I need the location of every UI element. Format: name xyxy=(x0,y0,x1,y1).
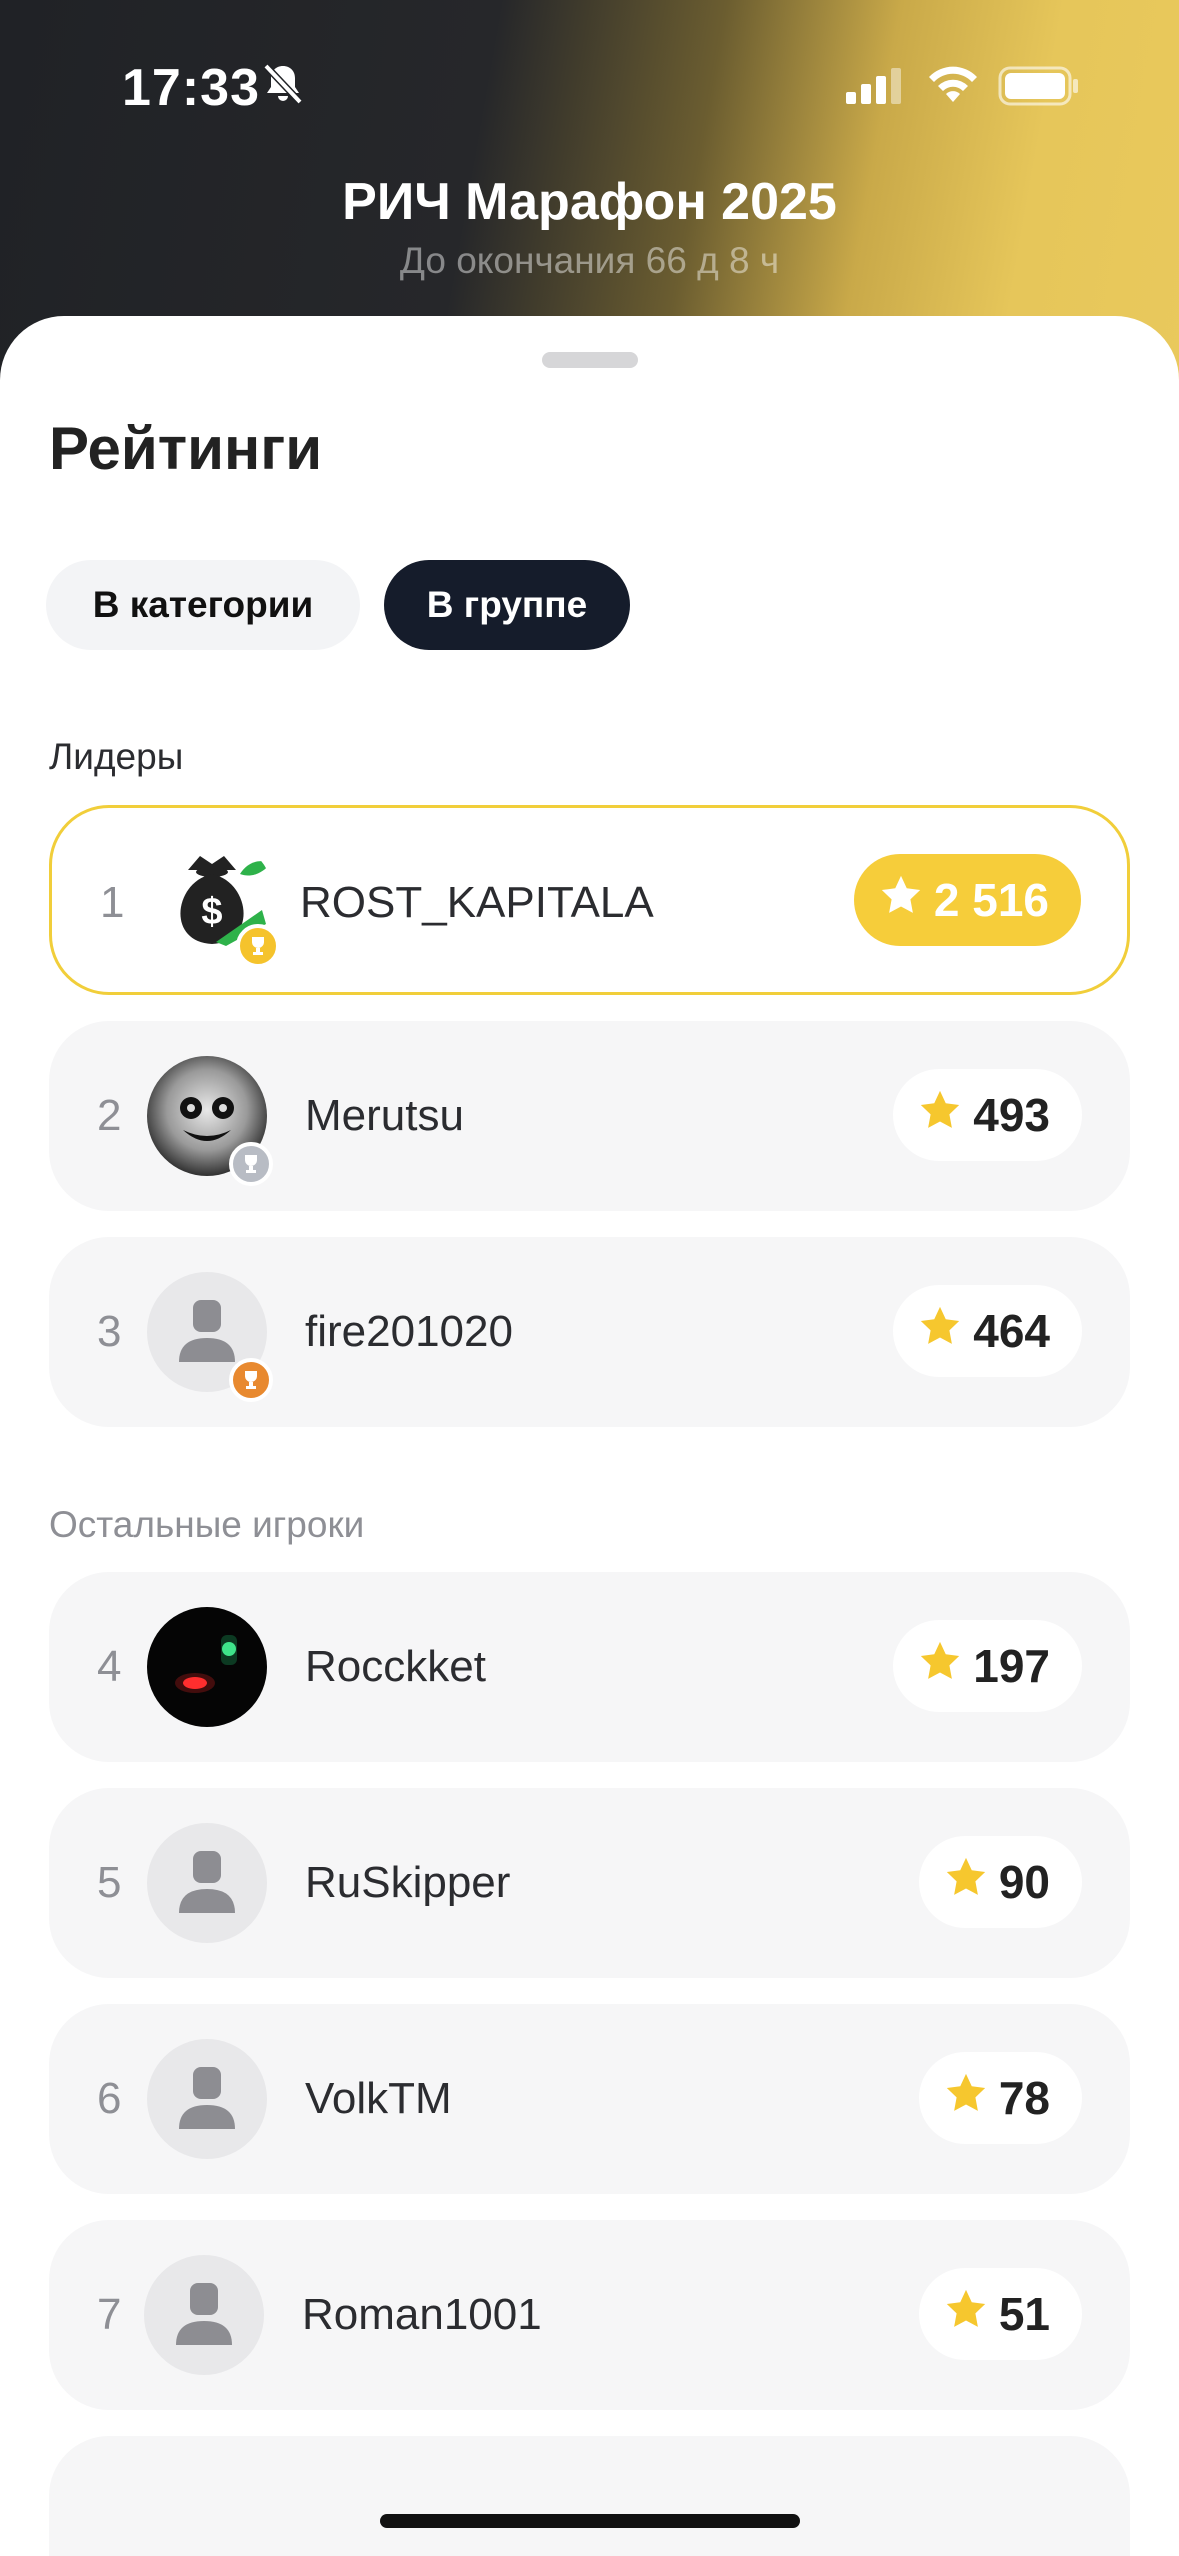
avatar xyxy=(147,1056,273,1186)
home-indicator[interactable] xyxy=(380,2514,800,2528)
rank-number: 7 xyxy=(97,2290,122,2339)
rank-number: 4 xyxy=(97,1642,122,1691)
score-value: 90 xyxy=(998,1856,1050,1908)
ratings-heading: Рейтинги xyxy=(49,415,323,482)
avatar xyxy=(147,1823,267,1943)
wifi-icon xyxy=(926,64,980,109)
star-icon xyxy=(943,1854,999,1911)
avatar: $ xyxy=(154,838,280,968)
username: Merutsu xyxy=(305,1091,464,1140)
score-badge: 90 xyxy=(918,1836,1082,1928)
rank-number: 2 xyxy=(97,1091,122,1140)
leaderboard-row[interactable]: 4 Rocckket 197 xyxy=(49,1572,1130,1762)
default-user-icon xyxy=(147,2039,267,2159)
leaders-section-label: Лидеры xyxy=(49,736,184,777)
tab-group[interactable]: В группе xyxy=(384,560,630,650)
avatar xyxy=(147,2039,267,2159)
avatar xyxy=(147,1272,273,1402)
leaderboard-row[interactable]: 7 Roman1001 51 xyxy=(49,2220,1130,2410)
star-icon xyxy=(917,1087,973,1144)
marathon-title: РИЧ Марафон 2025 xyxy=(342,173,837,231)
score-value: 51 xyxy=(998,2288,1050,2340)
battery-icon xyxy=(998,66,1080,111)
silver-trophy-icon xyxy=(229,1142,273,1186)
svg-text:$: $ xyxy=(201,891,222,933)
star-icon xyxy=(878,872,934,929)
score-value: 197 xyxy=(973,1640,1050,1692)
username: RuSkipper xyxy=(305,1858,511,1907)
status-bar: 17:33 xyxy=(0,0,1179,150)
rank-number: 1 xyxy=(100,878,125,927)
bell-muted-icon xyxy=(262,62,304,111)
leaderboard-row[interactable]: 3 fire201020 464 xyxy=(49,1237,1130,1427)
star-icon xyxy=(917,1638,973,1695)
leaderboard-row[interactable]: 5 RuSkipper 90 xyxy=(49,1788,1130,1978)
rank-number: 6 xyxy=(97,2074,122,2123)
default-user-icon xyxy=(144,2255,264,2375)
avatar xyxy=(144,2255,264,2375)
score-value: 2 516 xyxy=(933,874,1049,926)
username: ROST_KAPITALA xyxy=(300,878,654,927)
score-value: 493 xyxy=(973,1089,1050,1141)
username: Rocckket xyxy=(305,1642,486,1691)
gold-trophy-icon xyxy=(236,924,280,968)
rank-number: 5 xyxy=(97,1858,122,1907)
others-section-label: Остальные игроки xyxy=(49,1504,365,1545)
score-value: 78 xyxy=(998,2072,1050,2124)
leaderboard-row-partial[interactable] xyxy=(49,2436,1130,2556)
score-value: 464 xyxy=(973,1305,1050,1357)
username: Roman1001 xyxy=(302,2290,542,2339)
score-badge: 2 516 xyxy=(853,854,1081,946)
tab-category[interactable]: В категории xyxy=(46,560,360,650)
user-photo xyxy=(147,1607,267,1727)
score-badge: 197 xyxy=(893,1620,1082,1712)
score-badge: 493 xyxy=(893,1069,1082,1161)
rank-number: 3 xyxy=(97,1307,122,1356)
score-badge: 51 xyxy=(918,2268,1082,2360)
status-time: 17:33 xyxy=(122,59,260,117)
leaderboard-row[interactable]: 2 Merutsu 493 xyxy=(49,1021,1130,1211)
leaderboard-row[interactable]: 1 $ ROST_KAPITALA 2 516 xyxy=(49,805,1130,995)
default-user-icon xyxy=(147,1823,267,1943)
star-icon xyxy=(943,2070,999,2127)
star-icon xyxy=(943,2286,999,2343)
score-badge: 464 xyxy=(893,1285,1082,1377)
countdown-text: До окончания 66 д 8 ч xyxy=(399,240,780,281)
sheet-grabber[interactable] xyxy=(542,352,638,368)
leaderboard-row[interactable]: 6 VolkTM 78 xyxy=(49,2004,1130,2194)
avatar xyxy=(147,1607,267,1727)
star-icon xyxy=(917,1303,973,1360)
cellular-signal-icon xyxy=(846,68,906,109)
bronze-trophy-icon xyxy=(229,1358,273,1402)
score-badge: 78 xyxy=(918,2052,1082,2144)
username: fire201020 xyxy=(305,1307,513,1356)
username: VolkTM xyxy=(305,2074,452,2123)
